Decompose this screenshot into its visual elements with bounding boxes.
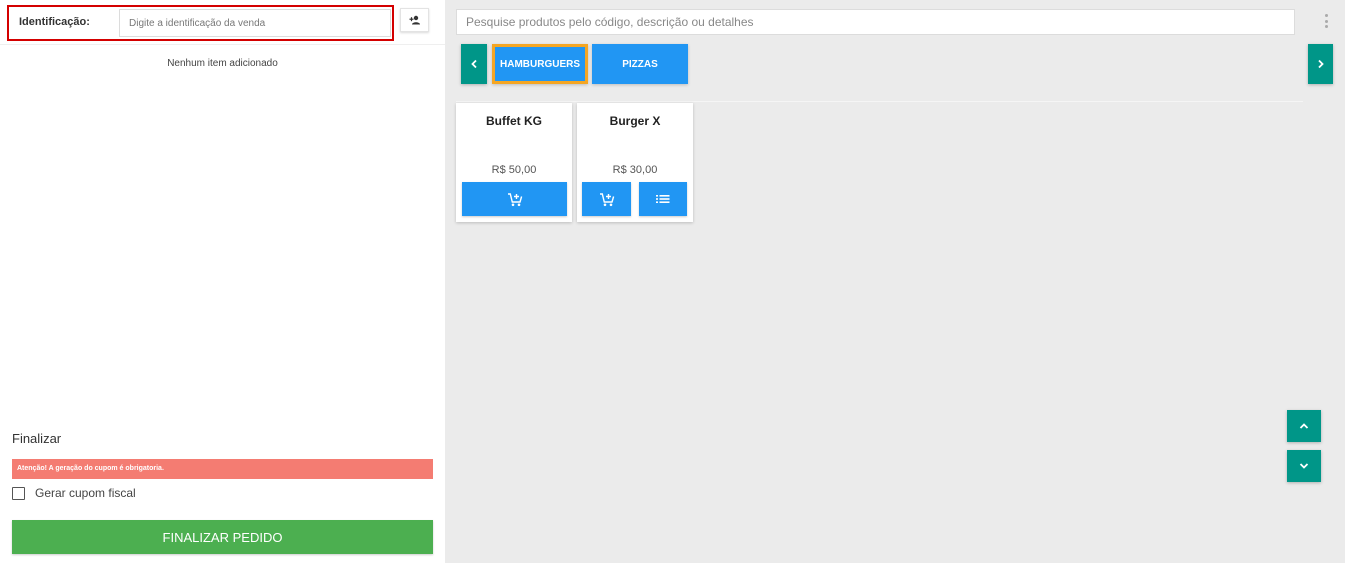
coupon-option: Gerar cupom fiscal [12,485,136,501]
add-shopping-cart-icon [507,192,522,206]
category-divider [456,101,1303,102]
product-name: Burger X [609,114,661,128]
chevron-up-icon [1299,423,1309,429]
add-to-cart-button[interactable] [582,182,631,216]
chevron-right-icon [1317,59,1324,69]
coupon-checkbox[interactable] [12,486,25,500]
identification-label: Identificação: [19,16,90,28]
product-card: Buffet KG R$ 50,00 [456,103,572,222]
product-price: R$ 50,00 [491,164,537,176]
order-panel: Identificação: Nenhum item adicionado Fi… [0,0,445,563]
list-icon [656,195,670,203]
identification-input[interactable] [119,9,391,37]
coupon-alert: Atenção! A geração do cupom é obrigatori… [12,459,433,479]
category-pizzas[interactable]: PIZZAS [592,44,688,84]
chevron-left-icon [471,59,477,69]
scroll-down-button[interactable] [1287,450,1321,482]
scroll-up-button[interactable] [1287,410,1321,442]
divider [0,44,445,45]
add-to-cart-button[interactable] [462,182,567,216]
finalize-title: Finalizar [12,431,62,446]
product-search-input[interactable] [456,9,1295,35]
coupon-label[interactable]: Gerar cupom fiscal [35,486,136,500]
product-name: Buffet KG [486,114,542,128]
person-add-icon [409,15,420,25]
product-details-button[interactable] [639,182,687,216]
chevron-down-icon [1299,463,1309,469]
empty-cart-message: Nenhum item adicionado [167,58,278,69]
product-card: Burger X R$ 30,00 [577,103,693,222]
categories-next-button[interactable] [1308,44,1333,84]
category-hamburguers[interactable]: HAMBURGUERS [492,44,588,84]
product-price: R$ 30,00 [612,164,658,176]
add-shopping-cart-icon [599,192,614,206]
add-customer-button[interactable] [400,8,429,32]
categories-prev-button[interactable] [461,44,487,84]
finalize-order-button[interactable]: FINALIZAR PEDIDO [12,520,433,554]
more-vertical-icon[interactable] [1323,14,1329,28]
identification-section: Identificação: [7,5,394,41]
